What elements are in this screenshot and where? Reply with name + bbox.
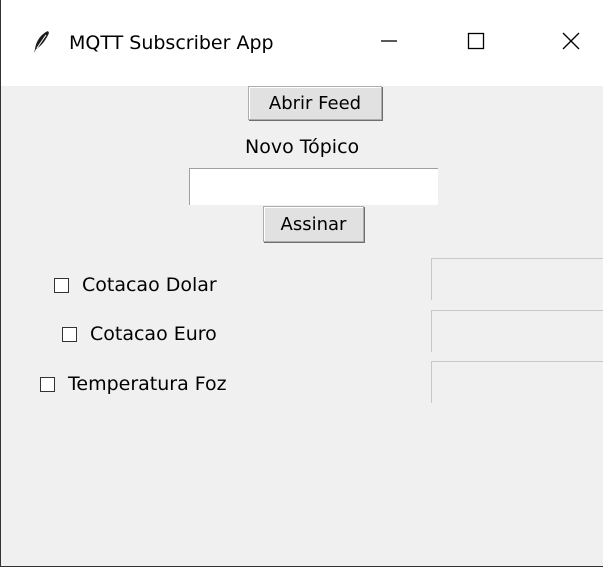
topic-value-dolar — [431, 258, 603, 300]
main-content: Abrir Feed Novo Tópico Assinar Cotacao D… — [1, 86, 603, 566]
topic-checkbox-temperatura[interactable]: Temperatura Foz — [40, 371, 227, 397]
topic-checkbox-dolar[interactable]: Cotacao Dolar — [54, 272, 217, 298]
close-icon — [561, 31, 581, 55]
maximize-button[interactable] — [446, 16, 506, 70]
minimize-button[interactable] — [359, 16, 419, 70]
topic-value-euro — [431, 310, 603, 352]
title-bar[interactable]: MQTT Subscriber App — [1, 0, 603, 86]
open-feed-button[interactable]: Abrir Feed — [248, 86, 382, 120]
window-title: MQTT Subscriber App — [69, 32, 274, 54]
subscribe-button[interactable]: Assinar — [263, 206, 364, 242]
app-window: MQTT Subscriber App Abrir Feed Novo Tópi… — [0, 0, 603, 567]
topic-label-temperatura: Temperatura Foz — [68, 373, 227, 395]
maximize-icon — [466, 31, 486, 55]
feather-icon — [31, 30, 53, 54]
topic-value-temperatura — [431, 361, 603, 403]
checkbox[interactable] — [54, 277, 69, 293]
checkbox[interactable] — [40, 376, 55, 392]
topic-label-dolar: Cotacao Dolar — [82, 274, 217, 296]
topic-label-euro: Cotacao Euro — [90, 323, 217, 345]
checkbox[interactable] — [62, 326, 77, 342]
minimize-icon — [379, 31, 399, 55]
new-topic-label: Novo Tópico — [245, 136, 360, 158]
close-button[interactable] — [541, 16, 601, 70]
topic-checkbox-euro[interactable]: Cotacao Euro — [62, 321, 217, 347]
new-topic-input[interactable] — [189, 168, 438, 205]
